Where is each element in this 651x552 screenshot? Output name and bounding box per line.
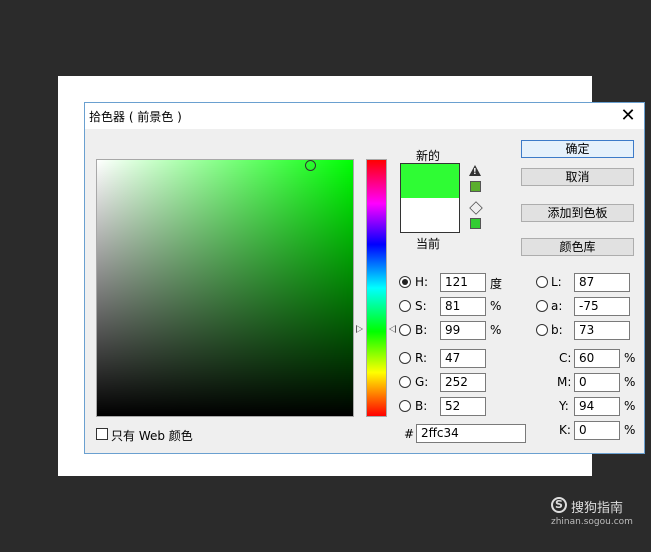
saturation-radio[interactable] <box>399 300 411 312</box>
current-color-label: 当前 <box>416 237 441 251</box>
lab-a-radio[interactable] <box>536 300 548 312</box>
brightness-input[interactable]: 99 <box>440 321 486 340</box>
current-color-swatch[interactable] <box>401 198 459 232</box>
dialog-title: 拾色器 ( 前景色 ) <box>89 110 182 124</box>
lab-b-label: b: <box>551 323 563 337</box>
web-colors-only-checkbox[interactable] <box>96 428 108 440</box>
hue-slider-left-arrow[interactable] <box>356 325 363 333</box>
lab-a-input[interactable]: -75 <box>574 297 630 316</box>
watermark-text: 搜狗指南 <box>571 501 624 516</box>
hue-slider[interactable] <box>366 159 387 417</box>
color-swatch <box>400 163 460 233</box>
hex-label: # <box>404 427 415 441</box>
lab-l-input[interactable]: 87 <box>574 273 630 292</box>
saturation-label: S: <box>415 299 427 313</box>
cyan-unit: % <box>624 351 636 365</box>
hue-unit: 度 <box>490 277 503 291</box>
add-to-swatches-button[interactable]: 添加到色板 <box>521 204 634 222</box>
green-radio[interactable] <box>399 376 411 388</box>
new-color-swatch <box>401 164 459 198</box>
ok-button[interactable]: 确定 <box>521 140 634 158</box>
hue-slider-right-arrow[interactable] <box>389 325 396 333</box>
web-safe-color-swatch[interactable] <box>470 218 481 229</box>
yellow-label: Y: <box>559 399 569 413</box>
blue-radio[interactable] <box>399 400 411 412</box>
lab-l-label: L: <box>551 275 562 289</box>
red-radio[interactable] <box>399 352 411 364</box>
sogou-logo-icon: S <box>551 497 567 513</box>
saturation-brightness-field[interactable] <box>96 159 354 417</box>
black-unit: % <box>624 423 636 437</box>
lab-l-radio[interactable] <box>536 276 548 288</box>
yellow-input[interactable]: 94 <box>574 397 620 416</box>
red-input[interactable]: 47 <box>440 349 486 368</box>
warning-glyph: ! <box>473 167 477 176</box>
yellow-unit: % <box>624 399 636 413</box>
black-label: K: <box>559 423 571 437</box>
lab-a-label: a: <box>551 299 563 313</box>
web-colors-only-label[interactable]: 只有 Web 颜色 <box>111 427 193 444</box>
magenta-label: M: <box>557 375 572 389</box>
color-picker-marker[interactable] <box>305 160 316 171</box>
close-button[interactable]: ✕ <box>616 105 640 127</box>
hue-radio[interactable] <box>399 276 411 288</box>
lab-b-radio[interactable] <box>536 324 548 336</box>
hue-label: H: <box>415 275 429 289</box>
cyan-input[interactable]: 60 <box>574 349 620 368</box>
color-libraries-button[interactable]: 颜色库 <box>521 238 634 256</box>
new-color-label: 新的 <box>416 149 441 163</box>
magenta-input[interactable]: 0 <box>574 373 620 392</box>
web-safe-cube-icon[interactable] <box>469 201 483 215</box>
saturation-unit: % <box>490 299 502 313</box>
cancel-button[interactable]: 取消 <box>521 168 634 186</box>
brightness-label: B: <box>415 323 428 337</box>
magenta-unit: % <box>624 375 636 389</box>
black-input[interactable]: 0 <box>574 421 620 440</box>
blue-input[interactable]: 52 <box>440 397 486 416</box>
brightness-radio[interactable] <box>399 324 411 336</box>
blue-label: B: <box>415 399 428 413</box>
green-label: G: <box>415 375 429 389</box>
color-picker-dialog: 拾色器 ( 前景色 ) ✕ 新的 当前 ! 确定 取消 添加到色板 颜色库 H:… <box>84 102 645 454</box>
out-of-gamut-warning-icon[interactable]: ! <box>469 165 481 176</box>
hex-input[interactable]: 2ffc34 <box>416 424 526 443</box>
brightness-unit: % <box>490 323 502 337</box>
green-input[interactable]: 252 <box>440 373 486 392</box>
lab-b-input[interactable]: 73 <box>574 321 630 340</box>
cyan-label: C: <box>559 351 572 365</box>
watermark-url: zhinan.sogou.com <box>551 517 633 527</box>
hue-input[interactable]: 121 <box>440 273 486 292</box>
gamut-correction-swatch[interactable] <box>470 181 481 192</box>
red-label: R: <box>415 351 428 365</box>
title-bar: 拾色器 ( 前景色 ) ✕ <box>85 103 644 129</box>
saturation-input[interactable]: 81 <box>440 297 486 316</box>
